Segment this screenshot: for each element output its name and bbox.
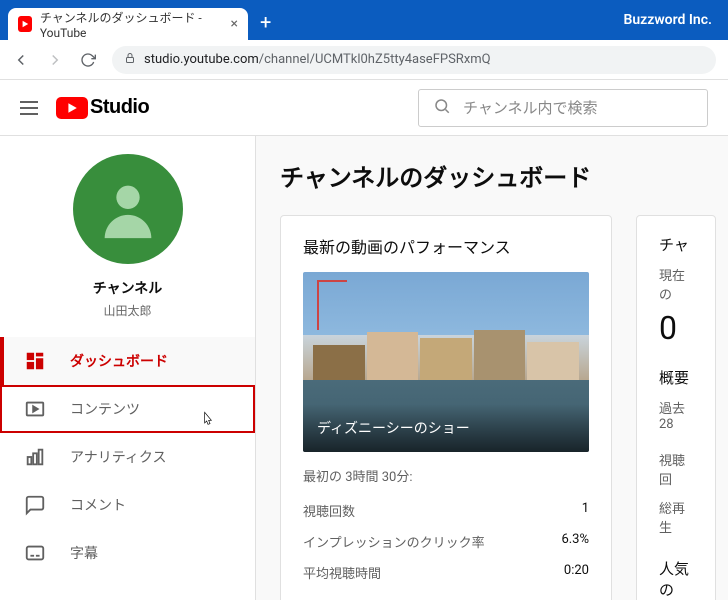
summary-meta: 過去 28 xyxy=(659,398,693,432)
performance-card: 最新の動画のパフォーマンス ディズニーシーのショー 最初の 3時間 30分: 視… xyxy=(280,215,612,600)
page-title: チャンネルのダッシュボード xyxy=(280,158,728,193)
lock-icon xyxy=(124,52,136,68)
analytics-icon xyxy=(24,446,46,468)
stat-label: インプレッションのクリック率 xyxy=(303,532,485,551)
card-title: 最新の動画のパフォーマンス xyxy=(303,234,589,258)
video-title: ディズニーシーのショー xyxy=(303,404,589,452)
studio-logo-text: Studio xyxy=(90,96,149,119)
sidebar-item-dashboard[interactable]: ダッシュボード xyxy=(0,337,255,385)
row-label: 総再生 xyxy=(659,498,693,536)
forward-button[interactable] xyxy=(46,51,64,69)
content-icon xyxy=(24,398,46,420)
sidebar-item-analytics[interactable]: アナリティクス xyxy=(0,433,255,481)
row-label: 視聴回 xyxy=(659,450,693,488)
summary-label: 概要 xyxy=(659,367,693,388)
sidebar-item-label: コメント xyxy=(70,495,126,515)
reload-button[interactable] xyxy=(80,52,96,68)
subtitles-icon xyxy=(24,542,46,564)
tab-title: チャンネルのダッシュボード - YouTube xyxy=(40,9,223,40)
sidebar: チャンネル 山田太郎 ダッシュボード コンテンツ アナリティクス xyxy=(0,136,256,600)
sidebar-item-label: 字幕 xyxy=(70,543,98,563)
browser-profile-label: Buzzword Inc. xyxy=(623,12,712,28)
sidebar-item-comments[interactable]: コメント xyxy=(0,481,255,529)
stat-header: 最初の 3時間 30分: xyxy=(303,466,589,485)
search-icon xyxy=(433,97,451,119)
stat-row: 平均視聴時間 0:20 xyxy=(303,557,589,588)
channel-label: チャンネル xyxy=(93,278,163,298)
stat-value: 0:20 xyxy=(564,563,589,582)
video-thumbnail[interactable]: ディズニーシーのショー xyxy=(303,272,589,452)
new-tab-button[interactable]: + xyxy=(260,10,271,34)
sidebar-item-content[interactable]: コンテンツ xyxy=(0,385,255,433)
card-title: チャ xyxy=(659,234,693,255)
stat-value: 6.3% xyxy=(561,532,589,551)
app-header: Studio チャンネル内で検索 xyxy=(0,80,728,136)
sub-label: 現在の xyxy=(659,265,693,303)
address-bar: studio.youtube.com/channel/UCMTkl0hZ5tty… xyxy=(0,40,728,80)
dashboard-icon xyxy=(24,350,46,372)
search-input[interactable]: チャンネル内で検索 xyxy=(418,89,708,127)
youtube-favicon xyxy=(18,16,32,32)
sidebar-item-label: ダッシュボード xyxy=(70,351,168,371)
close-icon[interactable]: × xyxy=(231,16,238,32)
browser-tab[interactable]: チャンネルのダッシュボード - YouTube × xyxy=(8,8,248,40)
channel-block[interactable]: チャンネル 山田太郎 xyxy=(0,154,255,319)
stat-label: 平均視聴時間 xyxy=(303,563,381,582)
url-field[interactable]: studio.youtube.com/channel/UCMTkl0hZ5tty… xyxy=(112,46,716,74)
search-placeholder: チャンネル内で検索 xyxy=(463,97,598,118)
back-button[interactable] xyxy=(12,51,30,69)
cursor-icon xyxy=(200,411,216,427)
comments-icon xyxy=(24,494,46,516)
sub-value: 0 xyxy=(659,309,693,347)
popular-label: 人気の xyxy=(659,558,693,600)
stat-row: 視聴回数 1 xyxy=(303,495,589,526)
stat-row: インプレッションのクリック率 6.3% xyxy=(303,526,589,557)
main-content: チャンネルのダッシュボード 最新の動画のパフォーマンス ディズニーシーのショー … xyxy=(256,136,728,600)
stat-value: 1 xyxy=(582,501,589,520)
sidebar-item-label: コンテンツ xyxy=(70,399,140,419)
channel-name: 山田太郎 xyxy=(103,302,151,319)
browser-tab-strip: チャンネルのダッシュボード - YouTube × + Buzzword Inc… xyxy=(0,0,728,40)
youtube-icon xyxy=(56,97,88,119)
studio-logo[interactable]: Studio xyxy=(56,96,149,119)
menu-button[interactable] xyxy=(20,101,38,115)
sidebar-item-subtitles[interactable]: 字幕 xyxy=(0,529,255,577)
sidebar-item-label: アナリティクス xyxy=(70,447,166,467)
stat-label: 視聴回数 xyxy=(303,501,355,520)
analytics-card: チャ 現在の 0 概要 過去 28 視聴回 総再生 人気の 過去 48 xyxy=(636,215,716,600)
avatar xyxy=(73,154,183,264)
url-text: studio.youtube.com/channel/UCMTkl0hZ5tty… xyxy=(144,52,491,67)
